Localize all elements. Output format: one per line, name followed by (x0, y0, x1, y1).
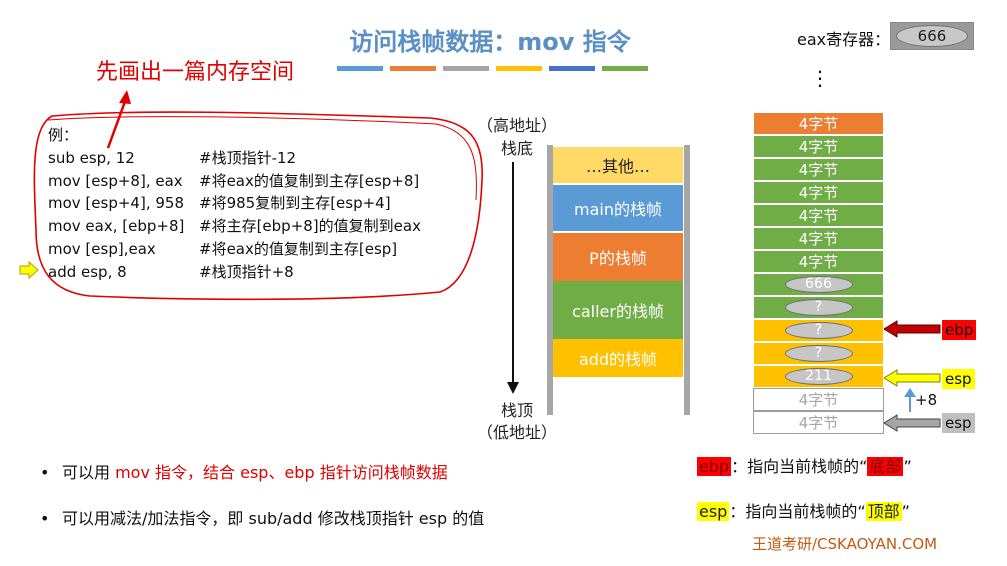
memory-cell: 4字节 (753, 388, 884, 411)
stack-right-wall (684, 145, 690, 415)
memory-cell: 4字节 (753, 112, 884, 135)
code-line: mov [esp+4], 958 #将985复制到主存[esp+4] (48, 192, 421, 215)
title-bar-segment (496, 66, 542, 71)
stack-frame: P的栈帧 (553, 233, 683, 281)
stack-frame: main的栈帧 (553, 185, 683, 231)
handwritten-hint: 先画出一篇内存空间 (96, 60, 295, 85)
stack-frame: caller的栈帧 (553, 281, 683, 339)
title-bar-segment (443, 66, 489, 71)
title-bar-segment (337, 66, 383, 71)
code-heading: 例： (48, 126, 79, 144)
code-instruction: mov eax, [ebp+8] (48, 217, 185, 236)
stack-growth-arrow-icon (507, 162, 519, 394)
memory-cell: 4字节 (753, 158, 884, 181)
code-line: mov [esp],eax #将eax的值复制到主存[esp] (48, 238, 421, 261)
bullet-1: • 可以用 mov 指令，结合 esp、ebp 指针访问栈帧数据 (40, 463, 448, 482)
old-esp-pointer-arrow-icon (884, 414, 941, 432)
esp-legend: esp ：指向当前栈帧的“ 顶部” (697, 502, 910, 521)
title-bar-segment (602, 66, 648, 71)
memory-cell: 4字节 (753, 181, 884, 204)
code-comment: #将eax的值复制到主存[esp] (199, 239, 398, 258)
memory-cells: 4字节 4字节 4字节 4字节 4字节 4字节 4字节 666??? 211 4字节 4字节 (753, 112, 884, 434)
memory-cell: 4字节 (753, 250, 884, 273)
old-esp-register-tag: esp (942, 413, 975, 433)
code-comment: #将eax的值复制到主存[esp+8] (199, 171, 420, 190)
title-bar-segment (390, 66, 436, 71)
eax-register-label: eax寄存器： (797, 30, 891, 49)
memory-cell: ? (753, 319, 884, 342)
code-listing: 例： sub esp, 12 #栈顶指针-12 mov [esp+8], eax #将… (48, 124, 421, 284)
code-instruction: mov [esp],eax (48, 239, 156, 258)
eax-register-value: 666 (896, 25, 968, 47)
current-line-arrow-icon (19, 261, 39, 279)
title-color-bar (337, 66, 648, 71)
stack-frame: add的栈帧 (553, 339, 683, 377)
code-instruction: mov [esp+8], eax (48, 171, 183, 190)
memory-ellipsis: ⋮ (810, 66, 830, 90)
memory-cell: 4字节 (753, 204, 884, 227)
memory-value: ? (784, 345, 853, 362)
code-line: add esp, 8 #栈顶指针+8 (48, 261, 421, 284)
esp-offset-label: +8 (915, 391, 938, 409)
code-comment: #栈顶指针-12 (199, 148, 297, 167)
ebp-register-tag: ebp (942, 320, 977, 340)
esp-pointer-arrow-icon (884, 369, 941, 387)
ebp-legend: ebp ：指向当前栈帧的“ 底部” (697, 457, 912, 476)
esp-register-tag: esp (942, 369, 975, 389)
memory-value: 666 (784, 276, 853, 293)
code-comment: #将主存[ebp+8]的值复制到eax (199, 217, 421, 236)
memory-value: ? (784, 322, 853, 339)
memory-cell: 4字节 (753, 227, 884, 250)
memory-cell: ? (753, 342, 884, 365)
memory-cell: 211 (753, 365, 884, 388)
stack-frame: …其他… (553, 147, 683, 183)
stack-low-address-label: （低地址） (476, 423, 557, 442)
memory-cell: 4字节 (753, 135, 884, 158)
ebp-pointer-arrow-icon (884, 320, 941, 338)
code-line: sub esp, 12 #栈顶指针-12 (48, 147, 421, 170)
stack-frames: …其他… main的栈帧 P的栈帧 caller的栈帧 add的栈帧 (553, 147, 684, 377)
code-comment: #将985复制到主存[esp+4] (199, 194, 391, 213)
code-instruction: sub esp, 12 (48, 148, 135, 167)
code-instruction: add esp, 8 (48, 262, 127, 281)
slide-title: 访问栈帧数据：mov 指令 (349, 28, 631, 56)
code-line: mov [esp+8], eax #将eax的值复制到主存[esp+8] (48, 170, 421, 193)
code-comment: #栈顶指针+8 (199, 262, 294, 281)
title-bar-segment (549, 66, 595, 71)
memory-cell: 4字节 (753, 411, 884, 434)
memory-value: ? (784, 299, 853, 316)
memory-cell: ? (753, 296, 884, 319)
code-instruction: mov [esp+4], 958 (48, 194, 184, 213)
code-line: mov eax, [ebp+8] #将主存[ebp+8]的值复制到eax (48, 215, 421, 238)
memory-cell: 666 (753, 273, 884, 296)
memory-value: 211 (784, 368, 853, 385)
bullet-2: • 可以用减法/加法指令，即 sub/add 修改栈顶指针 esp 的值 (40, 509, 485, 528)
stack-high-address-label: （高地址） (476, 116, 557, 135)
footer-brand: 王道考研/CSKAOYAN.COM (752, 535, 938, 553)
